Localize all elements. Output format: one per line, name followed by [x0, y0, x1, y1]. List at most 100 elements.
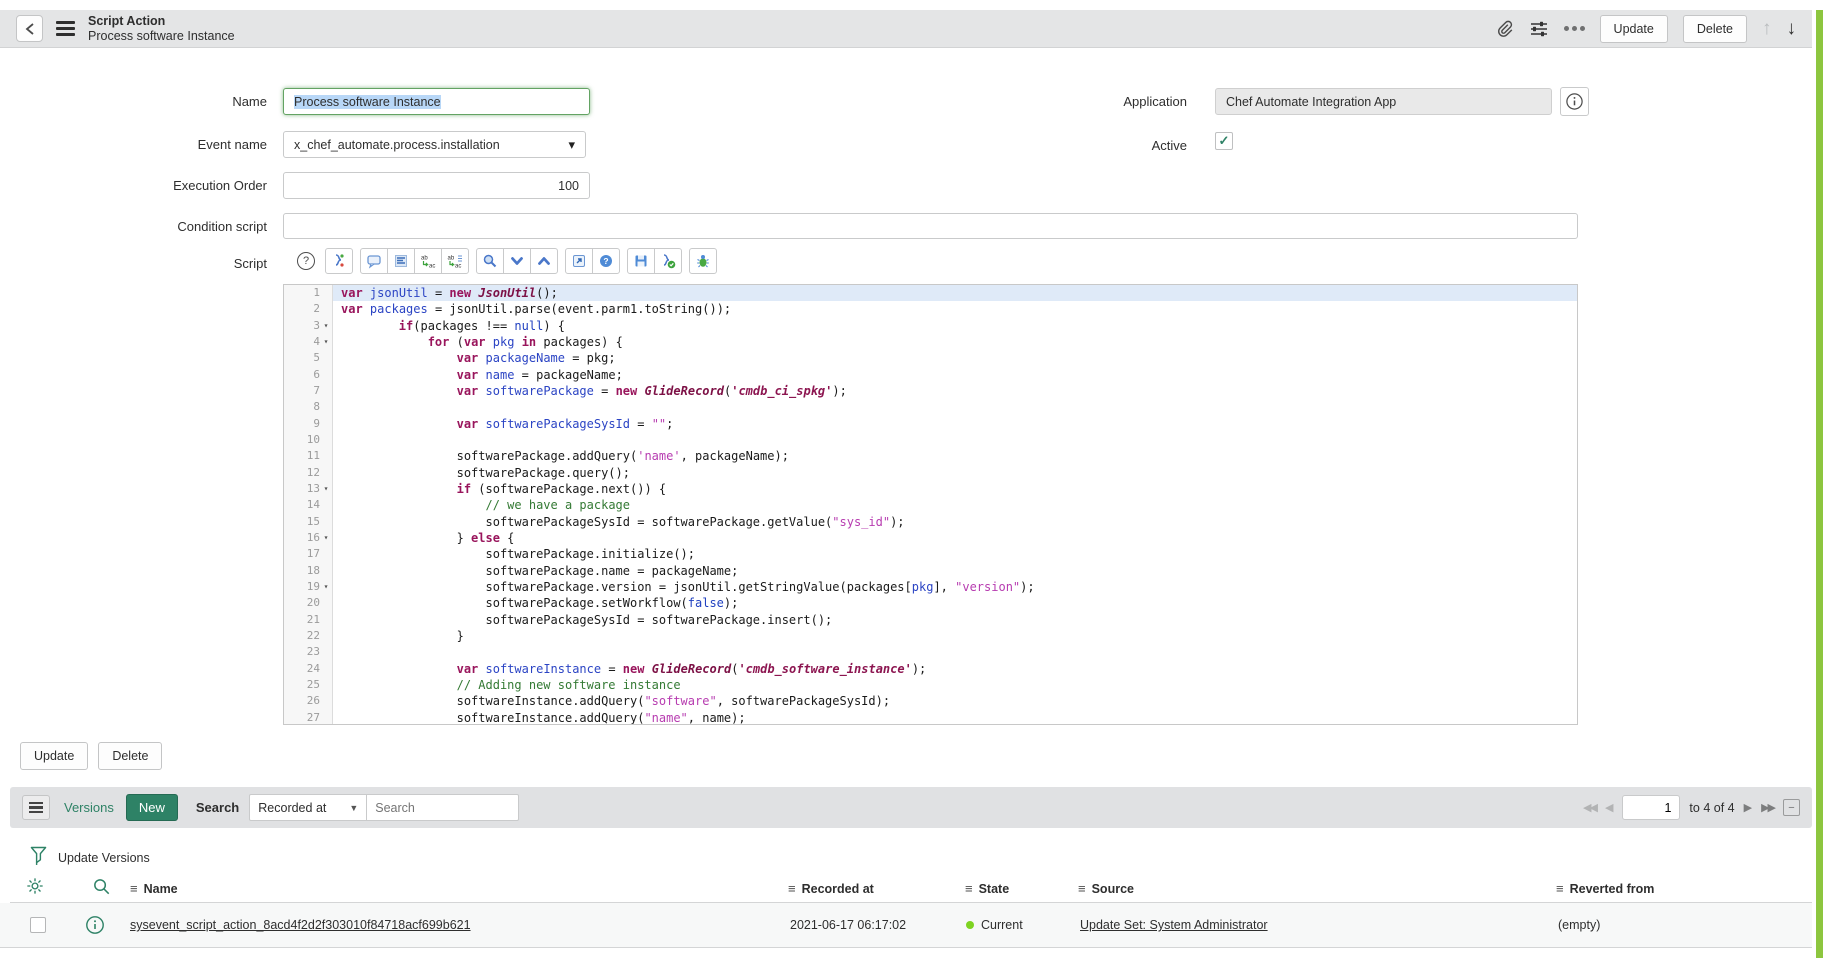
code-line[interactable]: 20 softwarePackage.setWorkflow(false); [284, 595, 1577, 611]
replace-icon[interactable]: abac [414, 248, 442, 274]
column-header-recorded-at[interactable]: ≡Recorded at [788, 881, 874, 896]
code-line[interactable]: 19▾ softwarePackage.version = jsonUtil.g… [284, 579, 1577, 595]
next-page-icon[interactable]: ▶ [1744, 801, 1752, 814]
page-number-input[interactable] [1622, 795, 1680, 820]
header-update-button[interactable]: Update [1600, 15, 1668, 43]
new-version-button[interactable]: New [126, 794, 178, 821]
column-header-state[interactable]: ≡State [965, 881, 1009, 896]
previous-record-icon[interactable]: ↑ [1762, 19, 1772, 38]
column-header-source[interactable]: ≡Source [1078, 881, 1134, 896]
code-line[interactable]: 10 [284, 432, 1577, 448]
script-code-editor[interactable]: 1var jsonUtil = new JsonUtil();2var pack… [283, 284, 1578, 725]
first-page-icon[interactable]: ◀◀ [1583, 801, 1596, 814]
application-value: Chef Automate Integration App [1226, 95, 1396, 109]
save-icon[interactable] [627, 248, 655, 274]
code-line[interactable]: 23 [284, 644, 1577, 660]
filter-funnel-icon[interactable] [30, 845, 47, 872]
more-options-icon[interactable] [1564, 26, 1585, 31]
debug-icon[interactable] [689, 248, 717, 274]
column-header-name[interactable]: ≡Name [130, 881, 178, 896]
application-info-button[interactable] [1560, 87, 1589, 116]
code-line[interactable]: 15 softwarePackageSysId = softwarePackag… [284, 514, 1577, 530]
row-checkbox[interactable] [30, 917, 46, 933]
search-label: Search [196, 800, 239, 815]
search-field-value: Recorded at [258, 801, 326, 815]
source-link[interactable]: Update Set: System Administrator [1080, 918, 1268, 932]
code-fold-icon[interactable]: ▾ [320, 530, 332, 546]
line-number: 25 [284, 677, 333, 693]
code-line[interactable]: 25 // Adding new software instance [284, 677, 1577, 693]
line-number: 21 [284, 612, 333, 628]
script-help-icon[interactable]: ? [297, 252, 315, 270]
code-line[interactable]: 9 var softwarePackageSysId = ""; [284, 416, 1577, 432]
condition-script-input[interactable] [283, 213, 1578, 239]
collapse-list-icon[interactable]: − [1783, 799, 1800, 816]
column-menu-icon[interactable]: ≡ [130, 881, 138, 896]
code-line[interactable]: 16▾ } else { [284, 530, 1577, 546]
personalize-form-button[interactable] [1529, 19, 1549, 39]
form-header: Script Action Process software Instance … [0, 10, 1812, 48]
code-line[interactable]: 26 softwareInstance.addQuery("software",… [284, 693, 1577, 709]
open-in-new-window-icon[interactable] [565, 248, 593, 274]
find-next-icon[interactable] [503, 248, 531, 274]
code-line[interactable]: 11 softwarePackage.addQuery('name', pack… [284, 448, 1577, 464]
code-line[interactable]: 3▾ if(packages !== null) { [284, 318, 1577, 334]
code-line[interactable]: 24 var softwareInstance = new GlideRecor… [284, 661, 1577, 677]
name-input[interactable]: Process software Instance [283, 88, 590, 115]
last-page-icon[interactable]: ▶▶ [1761, 801, 1774, 814]
footer-update-button[interactable]: Update [20, 742, 88, 770]
code-line[interactable]: 13▾ if (softwarePackage.next()) { [284, 481, 1577, 497]
code-line[interactable]: 8 [284, 399, 1577, 415]
toggle-comment-icon[interactable] [360, 248, 388, 274]
code-line[interactable]: 2var packages = jsonUtil.parse(event.par… [284, 301, 1577, 317]
list-settings-gear-icon[interactable] [26, 877, 44, 900]
column-header-reverted-from[interactable]: ≡Reverted from [1556, 881, 1654, 896]
code-line[interactable]: 12 softwarePackage.query(); [284, 465, 1577, 481]
column-menu-icon[interactable]: ≡ [965, 881, 973, 896]
versions-title-link[interactable]: Versions [64, 800, 114, 815]
code-line[interactable]: 21 softwarePackageSysId = softwarePackag… [284, 612, 1577, 628]
breadcrumb[interactable]: Update Versions [58, 851, 150, 865]
code-line[interactable]: 4▾ for (var pkg in packages) { [284, 334, 1577, 350]
code-line[interactable]: 17 softwarePackage.initialize(); [284, 546, 1577, 562]
previous-page-icon[interactable]: ◀ [1605, 801, 1613, 814]
code-fold-icon[interactable]: ▾ [320, 318, 332, 334]
version-name-link[interactable]: sysevent_script_action_8acd4f2d2f303010f… [130, 918, 471, 932]
code-line[interactable]: 27 softwareInstance.addQuery("name", nam… [284, 710, 1577, 725]
code-line[interactable]: 6 var name = packageName; [284, 367, 1577, 383]
code-fold-icon[interactable]: ▾ [320, 579, 332, 595]
back-button[interactable] [16, 15, 43, 42]
code-line[interactable]: 18 softwarePackage.name = packageName; [284, 563, 1577, 579]
list-context-menu-icon[interactable] [22, 795, 50, 820]
list-search-input[interactable] [367, 794, 519, 821]
syntax-format-icon[interactable] [325, 248, 353, 274]
active-checkbox[interactable]: ✓ [1215, 132, 1233, 150]
editor-help-icon[interactable]: ? [592, 248, 620, 274]
form-context-menu-icon[interactable] [56, 18, 75, 39]
search-icon[interactable] [476, 248, 504, 274]
syntax-check-icon[interactable] [654, 248, 682, 274]
execution-order-input[interactable] [283, 172, 590, 199]
replace-all-icon[interactable]: abac [441, 248, 469, 274]
column-menu-icon[interactable]: ≡ [788, 881, 796, 896]
code-line[interactable]: 14 // we have a package [284, 497, 1577, 513]
row-info-icon[interactable] [85, 915, 105, 940]
code-line[interactable]: 22 } [284, 628, 1577, 644]
footer-delete-button[interactable]: Delete [98, 742, 162, 770]
format-document-icon[interactable] [387, 248, 415, 274]
search-field-select[interactable]: Recorded at ▼ [249, 794, 367, 821]
header-delete-button[interactable]: Delete [1683, 15, 1747, 43]
attachment-button[interactable] [1495, 19, 1514, 39]
code-line[interactable]: 7 var softwarePackage = new GlideRecord(… [284, 383, 1577, 399]
code-fold-icon[interactable]: ▾ [320, 481, 332, 497]
table-row: sysevent_script_action_8acd4f2d2f303010f… [0, 903, 1812, 948]
list-search-icon[interactable] [92, 877, 111, 901]
code-line[interactable]: 5 var packageName = pkg; [284, 350, 1577, 366]
code-line[interactable]: 1var jsonUtil = new JsonUtil(); [284, 285, 1577, 301]
column-menu-icon[interactable]: ≡ [1078, 881, 1086, 896]
find-previous-icon[interactable] [530, 248, 558, 274]
next-record-icon[interactable]: ↓ [1787, 19, 1797, 38]
code-fold-icon[interactable]: ▾ [320, 334, 332, 350]
column-menu-icon[interactable]: ≡ [1556, 881, 1564, 896]
event-name-select[interactable]: x_chef_automate.process.installation ▾ [283, 131, 586, 158]
